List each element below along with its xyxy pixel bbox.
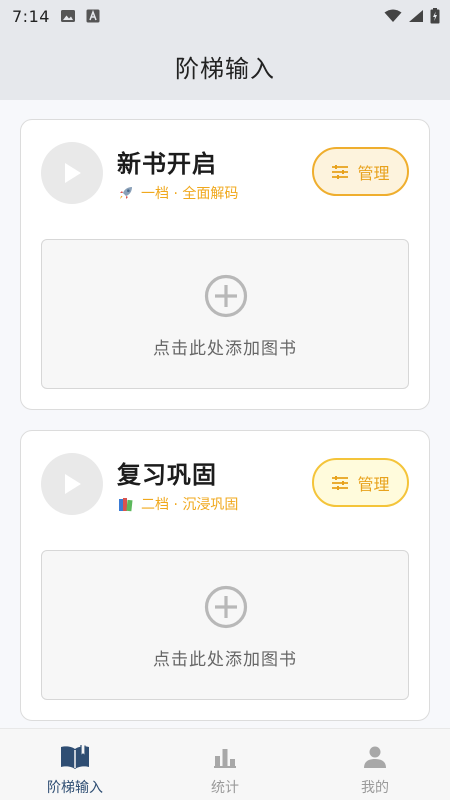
sliders-icon	[332, 475, 349, 490]
nav-item-profile[interactable]: 我的	[300, 729, 450, 800]
books-icon	[117, 495, 135, 513]
manage-button[interactable]: 管理	[312, 147, 409, 196]
add-book-label: 点击此处添加图书	[153, 339, 297, 359]
nav-item-ladder-input[interactable]: 阶梯输入	[0, 729, 150, 800]
status-left: 7:14	[12, 7, 100, 26]
bottom-nav: 阶梯输入 统计 我的	[0, 728, 450, 800]
manage-button-label: 管理	[357, 163, 390, 183]
manage-button[interactable]: 管理	[312, 458, 409, 507]
status-right	[384, 8, 440, 24]
add-book-area[interactable]: 点击此处添加图书	[41, 550, 409, 700]
add-book-label: 点击此处添加图书	[153, 650, 297, 670]
sliders-icon	[332, 164, 349, 179]
wifi-icon	[384, 9, 402, 23]
rocket-icon	[117, 184, 135, 202]
card-subtitle-text: 一档 · 全面解码	[141, 186, 239, 202]
card-subtitle-text: 二档 · 沉浸巩固	[141, 497, 239, 513]
nav-label: 阶梯输入	[47, 780, 103, 796]
ladder-card-1: 新书开启 一档 · 全面解码 管理 点击此处添加图书	[20, 119, 430, 410]
card-title: 新书开启	[117, 150, 217, 178]
person-icon	[363, 743, 387, 771]
nav-label: 我的	[361, 780, 389, 796]
nav-item-stats[interactable]: 统计	[150, 729, 300, 800]
battery-icon	[430, 8, 440, 24]
play-button[interactable]	[41, 142, 103, 204]
card-title: 复习巩固	[117, 461, 217, 489]
play-icon	[65, 163, 81, 183]
card-subtitle: 一档 · 全面解码	[117, 183, 238, 203]
manage-button-label: 管理	[357, 474, 390, 494]
play-button[interactable]	[41, 453, 103, 515]
add-book-area[interactable]: 点击此处添加图书	[41, 239, 409, 389]
app-header: 阶梯输入	[0, 32, 450, 100]
card-subtitle: 二档 · 沉浸巩固	[117, 494, 238, 514]
signal-icon	[408, 9, 424, 23]
add-circle-icon	[204, 585, 248, 629]
image-icon	[60, 9, 76, 23]
content-area[interactable]: 新书开启 一档 · 全面解码 管理 点击此处添加图书 复习巩固 二档 · 沉浸巩…	[0, 100, 450, 728]
ladder-card-2: 复习巩固 二档 · 沉浸巩固 管理 点击此处添加图书	[20, 430, 430, 721]
book-icon	[60, 743, 90, 771]
nav-label: 统计	[211, 780, 239, 796]
bar-chart-icon	[213, 743, 237, 771]
page-title: 阶梯输入	[175, 54, 275, 83]
status-time: 7:14	[12, 6, 50, 26]
a-badge-icon	[86, 9, 100, 23]
play-icon	[65, 474, 81, 494]
status-bar: 7:14	[0, 0, 450, 32]
add-circle-icon	[204, 274, 248, 318]
